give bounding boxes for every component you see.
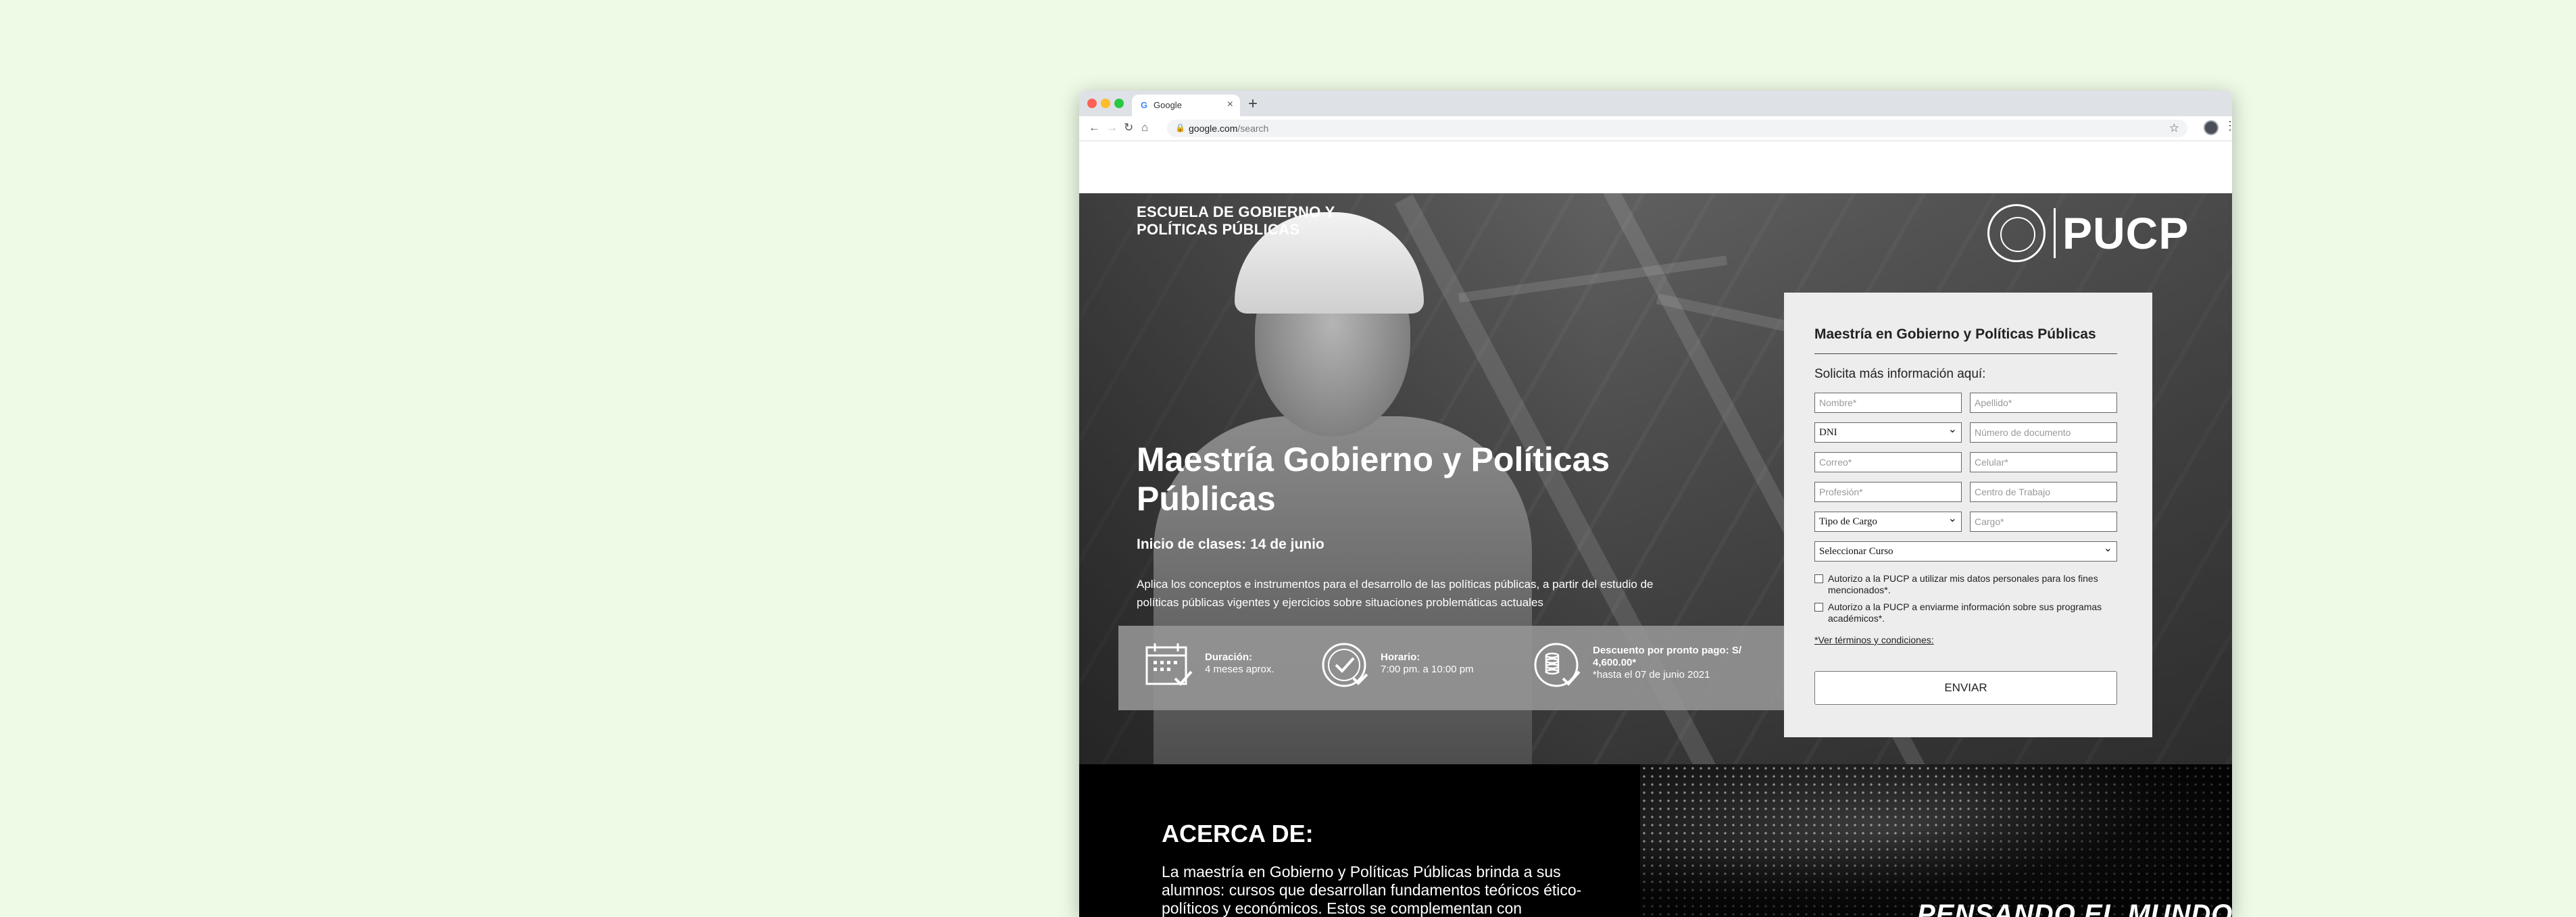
- page-title: Maestría Gobierno y Políticas Públicas: [1137, 441, 1610, 518]
- workplace-field[interactable]: Centro de Trabajo: [1970, 482, 2117, 502]
- new-tab-icon[interactable]: +: [1248, 95, 1258, 114]
- duration-value: 4 meses aprox.: [1205, 664, 1274, 675]
- close-window-button[interactable]: [1087, 99, 1097, 108]
- course-select[interactable]: Seleccionar Curso: [1814, 539, 2117, 562]
- school-name: ESCUELA DE GOBIERNO Y POLÍTICAS PÚBLICAS: [1137, 203, 1335, 238]
- google-favicon-icon: G: [1140, 100, 1148, 110]
- consent-data-use-label: Autorizo a la PUCP a utilizar mis datos …: [1828, 573, 2098, 595]
- apellido-field[interactable]: Apellido*: [1970, 393, 2117, 413]
- schedule-value: 7:00 pm. a 10:00 pm: [1381, 664, 1474, 675]
- address-bar[interactable]: 🔒 google.com/search ☆: [1167, 120, 2187, 137]
- about-heading: ACERCA DE:: [1162, 820, 1314, 847]
- page-content: ESCUELA DE GOBIERNO Y POLÍTICAS PÚBLICAS…: [1079, 141, 2232, 917]
- reload-icon[interactable]: ↻: [1124, 121, 1133, 134]
- toolbar: ← → ↻ ⌂ 🔒 google.com/search ☆: [1079, 116, 2232, 141]
- world-section-title: PENSANDO EL MUNDO: [1917, 899, 2232, 917]
- position-type-select[interactable]: Tipo de Cargo: [1814, 510, 1962, 532]
- clock-check-icon: [1322, 643, 1368, 687]
- position-field[interactable]: Cargo*: [1970, 512, 2117, 532]
- email-field[interactable]: Correo*: [1814, 452, 1962, 472]
- program-description: Aplica los conceptos e instrumentos para…: [1137, 578, 1654, 609]
- pucp-logo[interactable]: PUCP: [1987, 204, 2197, 265]
- hero-banner: ESCUELA DE GOBIERNO Y POLÍTICAS PÚBLICAS…: [1079, 193, 2232, 764]
- discount-amount: 4,600.00*: [1593, 657, 1637, 668]
- duration-label: Duración:: [1205, 651, 1253, 663]
- phone-field[interactable]: Celular*: [1970, 452, 2117, 472]
- minimize-window-button[interactable]: [1101, 99, 1110, 108]
- about-section: ACERCA DE: La maestría en Gobierno y Pol…: [1079, 764, 1640, 917]
- coins-icon: [1534, 643, 1581, 687]
- world-map-section: PENSANDO EL MUNDO: [1640, 764, 2232, 917]
- pucp-brand: PUCP: [2054, 208, 2189, 258]
- form-title: Maestría en Gobierno y Políticas Pública…: [1814, 326, 2096, 342]
- start-date: Inicio de clases: 14 de junio: [1137, 537, 1324, 552]
- world-map-image: [1640, 764, 2232, 917]
- maximize-window-button[interactable]: [1114, 99, 1124, 108]
- star-icon[interactable]: ☆: [2169, 122, 2179, 135]
- terms-link[interactable]: *Ver términos y condiciones:: [1814, 635, 1934, 645]
- lock-icon: 🔒: [1175, 123, 1185, 132]
- back-icon[interactable]: ←: [1089, 121, 1100, 134]
- about-text: La maestría en Gobierno y Políticas Públ…: [1162, 863, 1582, 917]
- url-text: google.com/search: [1189, 123, 1269, 134]
- menu-icon[interactable]: ⋮: [2224, 119, 2232, 133]
- tab-google[interactable]: G Google ×: [1132, 95, 1240, 116]
- program-info-bar: Duración: 4 meses aprox. Horario: 7:00 pm.…: [1118, 626, 1794, 710]
- browser-window: G Google × + ← → ↻ ⌂ 🔒 google.com/search…: [1079, 91, 2232, 917]
- nombre-field[interactable]: Nombre*: [1814, 393, 1962, 413]
- discount-label: Descuento por pronto pago: S/: [1593, 645, 1741, 656]
- info-request-form: Maestría en Gobierno y Políticas Pública…: [1784, 293, 2152, 737]
- tab-strip: G Google × +: [1079, 91, 2232, 116]
- tab-title: Google: [1154, 100, 1182, 110]
- consent-data-use-checkbox[interactable]: [1814, 574, 1823, 583]
- document-number-field[interactable]: Número de documento: [1970, 422, 2117, 443]
- schedule-label: Horario:: [1381, 651, 1420, 663]
- home-icon[interactable]: ⌂: [1141, 121, 1148, 134]
- document-type-select[interactable]: DNI: [1814, 420, 1962, 443]
- submit-button[interactable]: ENVIAR: [1814, 671, 2117, 705]
- form-divider: [1814, 353, 2117, 354]
- consent-marketing-label: Autorizo a la PUCP a enviarme informació…: [1828, 601, 2102, 624]
- calendar-icon: [1145, 643, 1193, 686]
- profession-field[interactable]: Profesión*: [1814, 482, 1962, 502]
- consent-marketing-checkbox[interactable]: [1814, 603, 1823, 612]
- close-icon[interactable]: ×: [1227, 99, 1233, 111]
- profile-icon[interactable]: [2204, 120, 2219, 135]
- form-subtitle: Solicita más información aquí:: [1814, 367, 1986, 381]
- discount-deadline: *hasta el 07 de junio 2021: [1593, 669, 1710, 680]
- pucp-seal-icon: [1987, 204, 2046, 262]
- forward-icon[interactable]: →: [1106, 121, 1118, 134]
